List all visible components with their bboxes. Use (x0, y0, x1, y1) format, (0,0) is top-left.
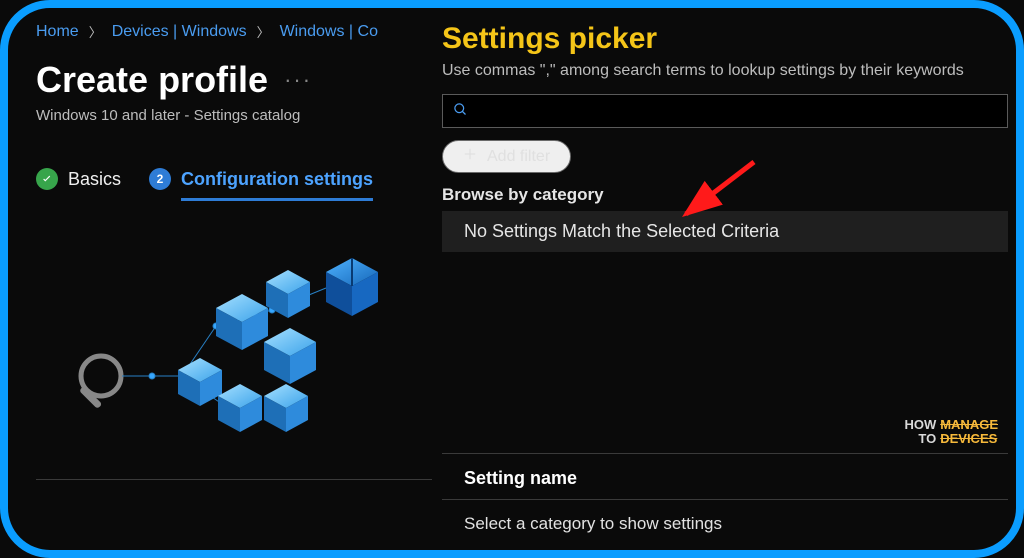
breadcrumb-home[interactable]: Home (36, 23, 79, 41)
step-number-icon: 2 (149, 168, 171, 190)
setting-name-section: Setting name Select a category to show s… (442, 453, 1008, 550)
breadcrumb-windows[interactable]: Windows | Co (280, 23, 378, 41)
search-input-wrap[interactable] (442, 94, 1008, 128)
setting-name-header: Setting name (442, 454, 1008, 499)
page-title-row: Create profile ··· (36, 59, 442, 101)
setting-name-empty-text: Select a category to show settings (442, 500, 1008, 550)
page-title: Create profile (36, 59, 268, 101)
chevron-right-icon: 〉 (257, 22, 270, 41)
more-actions-button[interactable]: ··· (284, 67, 312, 93)
breadcrumb-devices[interactable]: Devices | Windows (112, 23, 247, 41)
plus-icon (463, 147, 477, 166)
breadcrumbs: Home 〉 Devices | Windows 〉 Windows | Co (36, 22, 442, 41)
picker-title: Settings picker (442, 22, 1016, 56)
search-icon (453, 102, 468, 121)
add-filter-button[interactable]: Add filter (442, 140, 571, 173)
add-filter-label: Add filter (487, 148, 550, 166)
chevron-right-icon: 〉 (89, 22, 102, 41)
settings-picker-pane: Settings picker Use commas "," among sea… (442, 8, 1016, 550)
step-label: Basics (68, 169, 121, 190)
no-settings-match-message: No Settings Match the Selected Criteria (442, 211, 1008, 252)
picker-subtitle: Use commas "," among search terms to loo… (442, 62, 1016, 80)
illustration-image (66, 236, 396, 456)
page-subtitle: Windows 10 and later - Settings catalog (36, 107, 442, 124)
browse-by-category-label: Browse by category (442, 185, 1016, 205)
divider (36, 479, 432, 480)
wizard-steps: Basics 2 Configuration settings (36, 168, 442, 190)
check-circle-icon (36, 168, 58, 190)
step-label: Configuration settings (181, 169, 373, 201)
step-basics[interactable]: Basics (36, 168, 121, 190)
search-input[interactable] (478, 103, 997, 120)
watermark: HOW TO MANAGE DEVICES (904, 418, 998, 446)
step-configuration-settings[interactable]: 2 Configuration settings (149, 168, 373, 190)
left-pane: Home 〉 Devices | Windows 〉 Windows | Co … (8, 8, 442, 550)
